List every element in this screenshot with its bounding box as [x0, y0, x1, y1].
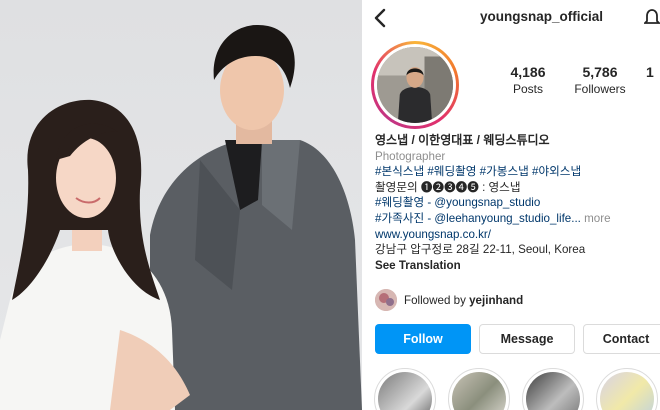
- bio-family-link[interactable]: #가족사진 - @leehanyoung_studio_life...: [375, 212, 581, 225]
- contact-button[interactable]: Contact: [583, 324, 660, 354]
- bio-wedding-link[interactable]: #웨딩촬영 - @youngsnap_studio: [375, 195, 660, 211]
- profile-username: youngsnap_official: [480, 9, 604, 24]
- bell-icon[interactable]: [644, 8, 660, 26]
- instagram-profile: youngsnap_official 4,186 Posts 5,786 Fol…: [362, 0, 660, 410]
- highlight-item[interactable]: [448, 368, 510, 410]
- profile-avatar-ring[interactable]: [371, 41, 459, 129]
- story-highlights: [362, 368, 660, 410]
- followers-stat[interactable]: 5,786 Followers: [564, 64, 636, 96]
- profile-name: 영스냅 / 이한영대표 / 웨딩스튜디오: [375, 133, 550, 147]
- highlight-item[interactable]: [596, 368, 658, 410]
- couple-illustration: [0, 24, 362, 410]
- posts-stat[interactable]: 4,186 Posts: [499, 64, 557, 96]
- followed-by-user[interactable]: yejinhand: [469, 294, 523, 307]
- followers-label: Followers: [574, 82, 626, 96]
- following-stat[interactable]: 1: [646, 64, 660, 82]
- bio-inquiry: 촬영문의 ❶❷❸❹❺ : 영스냅: [375, 180, 521, 194]
- followed-by-prefix: Followed by: [404, 293, 466, 307]
- bio-address: 강남구 압구정로 28길 22-11, Seoul, Korea: [375, 243, 586, 257]
- followed-by[interactable]: Followed by yejinhand: [375, 289, 523, 311]
- follow-button[interactable]: Follow: [375, 324, 471, 354]
- message-button[interactable]: Message: [479, 324, 575, 354]
- highlight-item[interactable]: [374, 368, 436, 410]
- couple-photo: [0, 0, 362, 410]
- see-translation-link[interactable]: See Translation: [375, 258, 660, 274]
- profile-header: youngsnap_official: [362, 0, 660, 36]
- follower-avatar: [375, 289, 397, 311]
- following-count: 1: [646, 64, 654, 80]
- avatar: [377, 47, 453, 123]
- posts-label: Posts: [512, 82, 543, 96]
- chevron-left-icon[interactable]: [372, 8, 388, 28]
- more-link[interactable]: more: [584, 212, 610, 225]
- followers-count: 5,786: [582, 64, 618, 80]
- posts-count: 4,186: [510, 64, 546, 80]
- website-link[interactable]: www.youngsnap.co.kr/: [375, 227, 660, 243]
- bio-hashtags[interactable]: #본식스냅 #웨딩촬영 #가봉스냅 #야외스냅: [375, 164, 660, 180]
- profile-bio: 영스냅 / 이한영대표 / 웨딩스튜디오 Photographer #본식스냅 …: [375, 133, 660, 273]
- highlight-item[interactable]: [522, 368, 584, 410]
- profile-category: Photographer: [375, 149, 446, 163]
